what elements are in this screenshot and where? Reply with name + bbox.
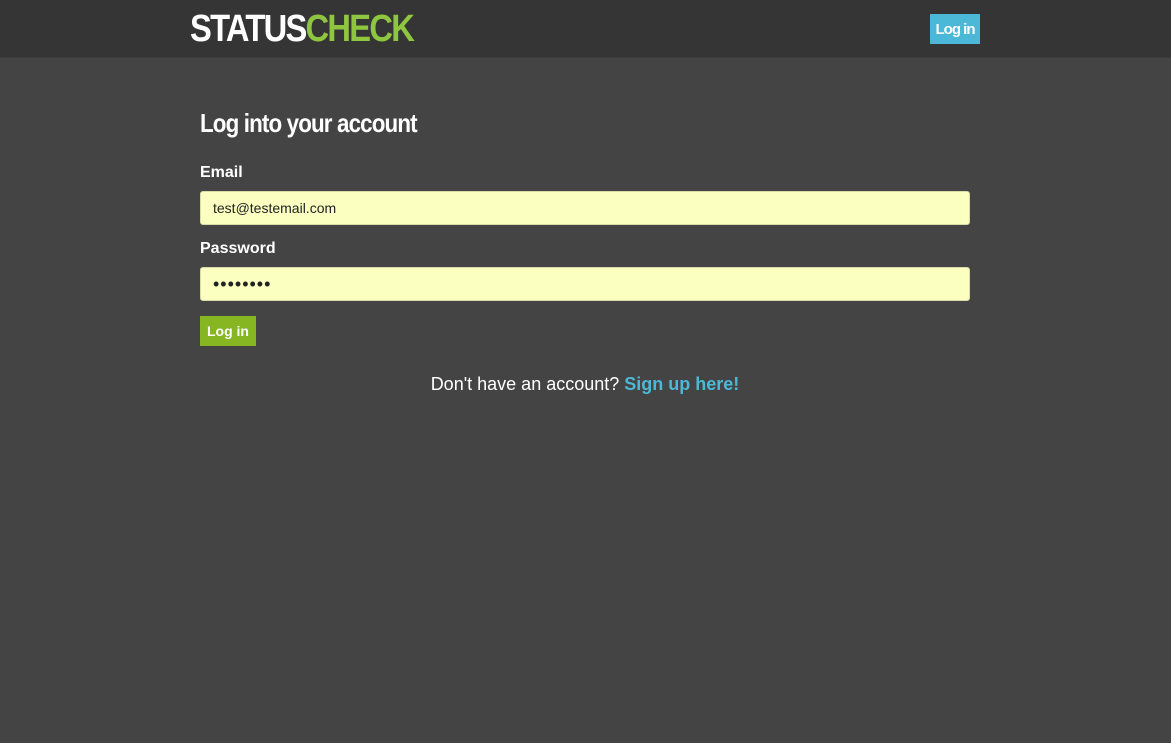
password-label: Password — [200, 240, 276, 257]
email-field[interactable] — [200, 191, 970, 225]
signup-prompt: Don't have an account? Sign up here! — [200, 374, 970, 395]
login-submit-button[interactable]: Log in — [200, 316, 256, 346]
logo-check-text: CHECK — [305, 8, 415, 50]
email-label: Email — [200, 164, 243, 181]
header-login-button[interactable]: Log in — [930, 14, 980, 44]
password-field[interactable] — [200, 267, 970, 301]
page-title: Log into your account — [200, 108, 418, 138]
logo-status-text: STATUS — [190, 8, 307, 50]
logo[interactable]: STATUSCHECK — [190, 8, 415, 50]
signup-link[interactable]: Sign up here! — [624, 374, 739, 394]
login-form: Log into your account Email Password Log… — [200, 100, 970, 394]
top-navbar: STATUSCHECK Log in — [0, 0, 1171, 58]
signup-prompt-text: Don't have an account? — [430, 374, 620, 394]
